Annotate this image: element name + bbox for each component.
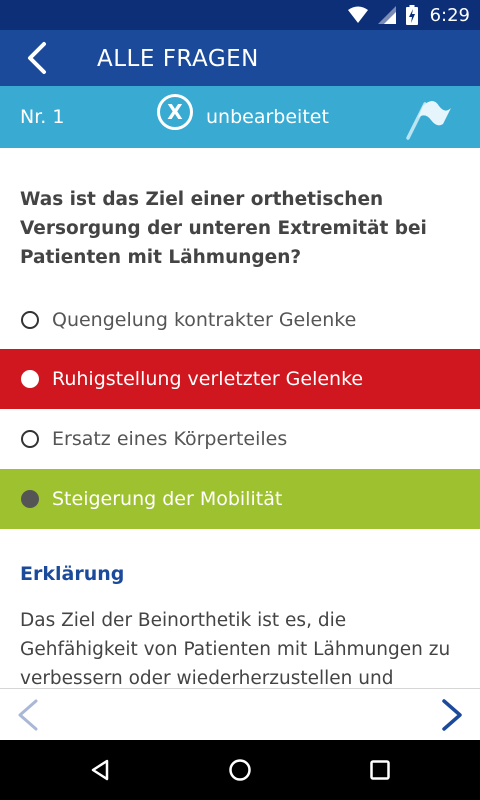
explanation-text: Das Ziel der Beinorthetik ist es, die Ge… <box>20 610 451 688</box>
battery-charging-icon <box>405 5 418 25</box>
question-navigation-bar <box>0 688 480 740</box>
answer-label: Quengelung kontrakter Gelenke <box>52 309 357 331</box>
radio-icon <box>21 311 39 329</box>
previous-question-button[interactable] <box>10 695 46 735</box>
explanation-title: Erklärung <box>20 563 125 585</box>
answer-label: Ruhigstellung verletzter Gelenke <box>52 368 364 390</box>
answer-label: Ersatz eines Körperteiles <box>52 428 288 450</box>
flag-icon <box>406 101 451 140</box>
question-info-bar: Nr. 1 unbearbeitet <box>0 86 480 148</box>
system-navigation-bar <box>0 740 480 800</box>
answer-option-4[interactable]: Steigerung der Mobilität <box>0 469 480 529</box>
back-triangle-icon <box>91 759 109 781</box>
status-x-letter: X <box>167 100 183 124</box>
flag-button[interactable] <box>403 94 453 140</box>
clock: 6:29 <box>429 4 470 26</box>
radio-correct-icon <box>21 490 39 508</box>
page-title: ALLE FRAGEN <box>97 46 259 72</box>
recents-square-icon <box>370 760 390 780</box>
next-question-button[interactable] <box>434 695 470 735</box>
radio-icon <box>21 430 39 448</box>
wifi-icon <box>347 6 368 23</box>
answer-label: Steigerung der Mobilität <box>52 488 283 510</box>
unanswered-status-icon: X <box>157 94 193 130</box>
answer-option-1[interactable]: Quengelung kontrakter Gelenke <box>0 290 480 350</box>
signal-icon <box>377 6 396 24</box>
back-button[interactable] <box>22 38 62 78</box>
question-status-text: unbearbeitet <box>206 106 329 128</box>
system-back-button[interactable] <box>80 750 120 790</box>
chevron-right-icon <box>442 699 462 731</box>
status-icons: 6:29 <box>347 0 470 30</box>
status-bar: 6:29 <box>0 0 480 30</box>
question-text: Was ist das Ziel einer orthetischen Vers… <box>20 189 427 268</box>
answer-option-3[interactable]: Ersatz eines Körperteiles <box>0 409 480 469</box>
system-recents-button[interactable] <box>360 750 400 790</box>
app-bar: ALLE FRAGEN <box>0 30 480 86</box>
arrow-left-icon <box>28 42 46 74</box>
radio-selected-icon <box>21 370 39 388</box>
question-number: Nr. 1 <box>20 106 65 128</box>
system-home-button[interactable] <box>220 750 260 790</box>
home-circle-icon <box>229 759 251 781</box>
chevron-left-icon <box>18 699 38 731</box>
answer-option-2[interactable]: Ruhigstellung verletzter Gelenke <box>0 349 480 409</box>
